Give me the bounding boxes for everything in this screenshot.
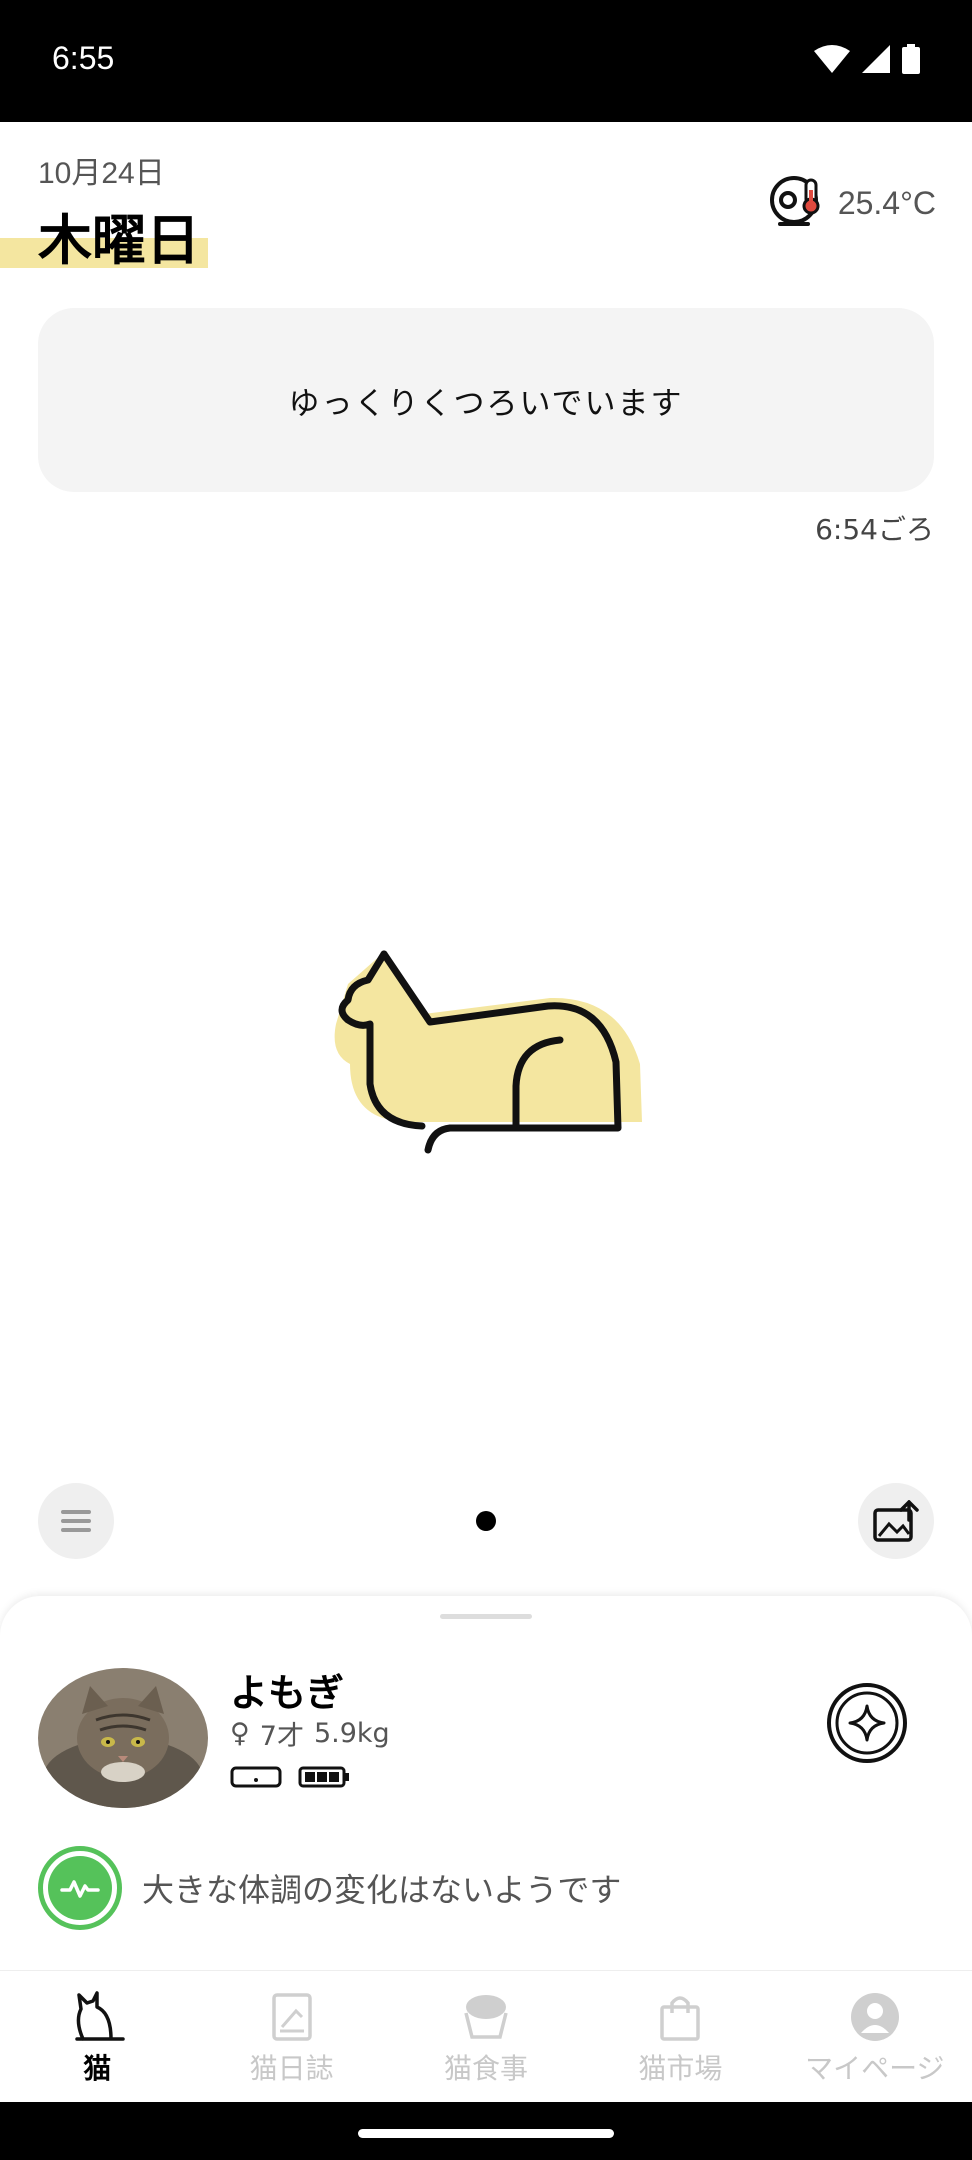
- battery-icon: [902, 44, 920, 74]
- wifi-icon: [814, 45, 850, 73]
- food-bowl-icon: [464, 1995, 508, 2039]
- tab-label: マイページ: [805, 2052, 945, 2085]
- tab-label: 猫食事: [444, 2052, 529, 2085]
- activity-card: ゆっくりくつろいでいます: [38, 308, 934, 492]
- temperature-value: 25.4°C: [837, 184, 936, 221]
- pet-age: 7才: [259, 1721, 304, 1752]
- pet-weight: 5.9kg: [313, 1718, 390, 1749]
- tab-label: 猫市場: [638, 2052, 723, 2085]
- diary-icon: [271, 1993, 312, 2041]
- day-label: 木曜日: [38, 209, 200, 272]
- health-pulse-icon: [38, 1846, 122, 1930]
- share-image-icon: [873, 1500, 919, 1542]
- ai-sparkle-button[interactable]: [826, 1682, 908, 1764]
- signal-icon: [862, 45, 890, 73]
- status-time: 6:55: [52, 40, 115, 76]
- tab-mypage[interactable]: マイページ: [778, 1971, 972, 2102]
- pet-meta: ♀ 7才 5.9kg: [230, 1714, 390, 1753]
- date-label: 10月24日: [38, 157, 165, 190]
- activity-message: ゆっくりくつろいでいます: [288, 385, 684, 422]
- health-message: 大きな体調の変化はないようです: [142, 1871, 622, 1909]
- cat-icon: [75, 1991, 125, 2041]
- battery-full-icon: [298, 1766, 349, 1788]
- resting-cat-illustration: [334, 950, 642, 1154]
- health-summary[interactable]: 大きな体調の変化はないようです: [38, 1846, 621, 1930]
- pet-name: よもぎ: [230, 1671, 345, 1715]
- camera-thermometer-icon: [769, 176, 820, 226]
- profile-icon: [850, 1993, 899, 2041]
- share-image-button[interactable]: [858, 1483, 934, 1559]
- device-status: [230, 1766, 350, 1788]
- home-gesture-bar[interactable]: [358, 2129, 614, 2138]
- tab-cat[interactable]: 猫: [0, 1971, 194, 2102]
- tab-diary[interactable]: 猫日誌: [194, 1971, 388, 2102]
- tab-food[interactable]: 猫食事: [389, 1971, 583, 2102]
- list-icon: [61, 1510, 91, 1532]
- status-bar: 6:55: [0, 0, 972, 122]
- page-indicator-dot: [476, 1511, 496, 1531]
- female-icon: ♀: [230, 1718, 250, 1749]
- sheet-handle[interactable]: [440, 1614, 532, 1619]
- status-icons: [814, 44, 920, 74]
- pet-sheet[interactable]: よもぎ ♀ 7才 5.9kg 大きな体調の変化はないようです: [0, 1596, 972, 1970]
- device-icon: [230, 1766, 282, 1788]
- tab-label: 猫日誌: [249, 2052, 334, 2085]
- list-button[interactable]: [38, 1483, 114, 1559]
- tab-label: 猫: [83, 2052, 112, 2085]
- activity-time: 6:54ごろ: [815, 513, 934, 546]
- temperature-display[interactable]: 25.4°C: [768, 176, 936, 230]
- shopping-bag-icon: [660, 1996, 701, 2041]
- tab-market[interactable]: 猫市場: [583, 1971, 777, 2102]
- pet-avatar[interactable]: [38, 1668, 208, 1808]
- bottom-tab-bar: 猫 猫日誌 猫食事 猫市場 マイページ: [0, 1970, 972, 2102]
